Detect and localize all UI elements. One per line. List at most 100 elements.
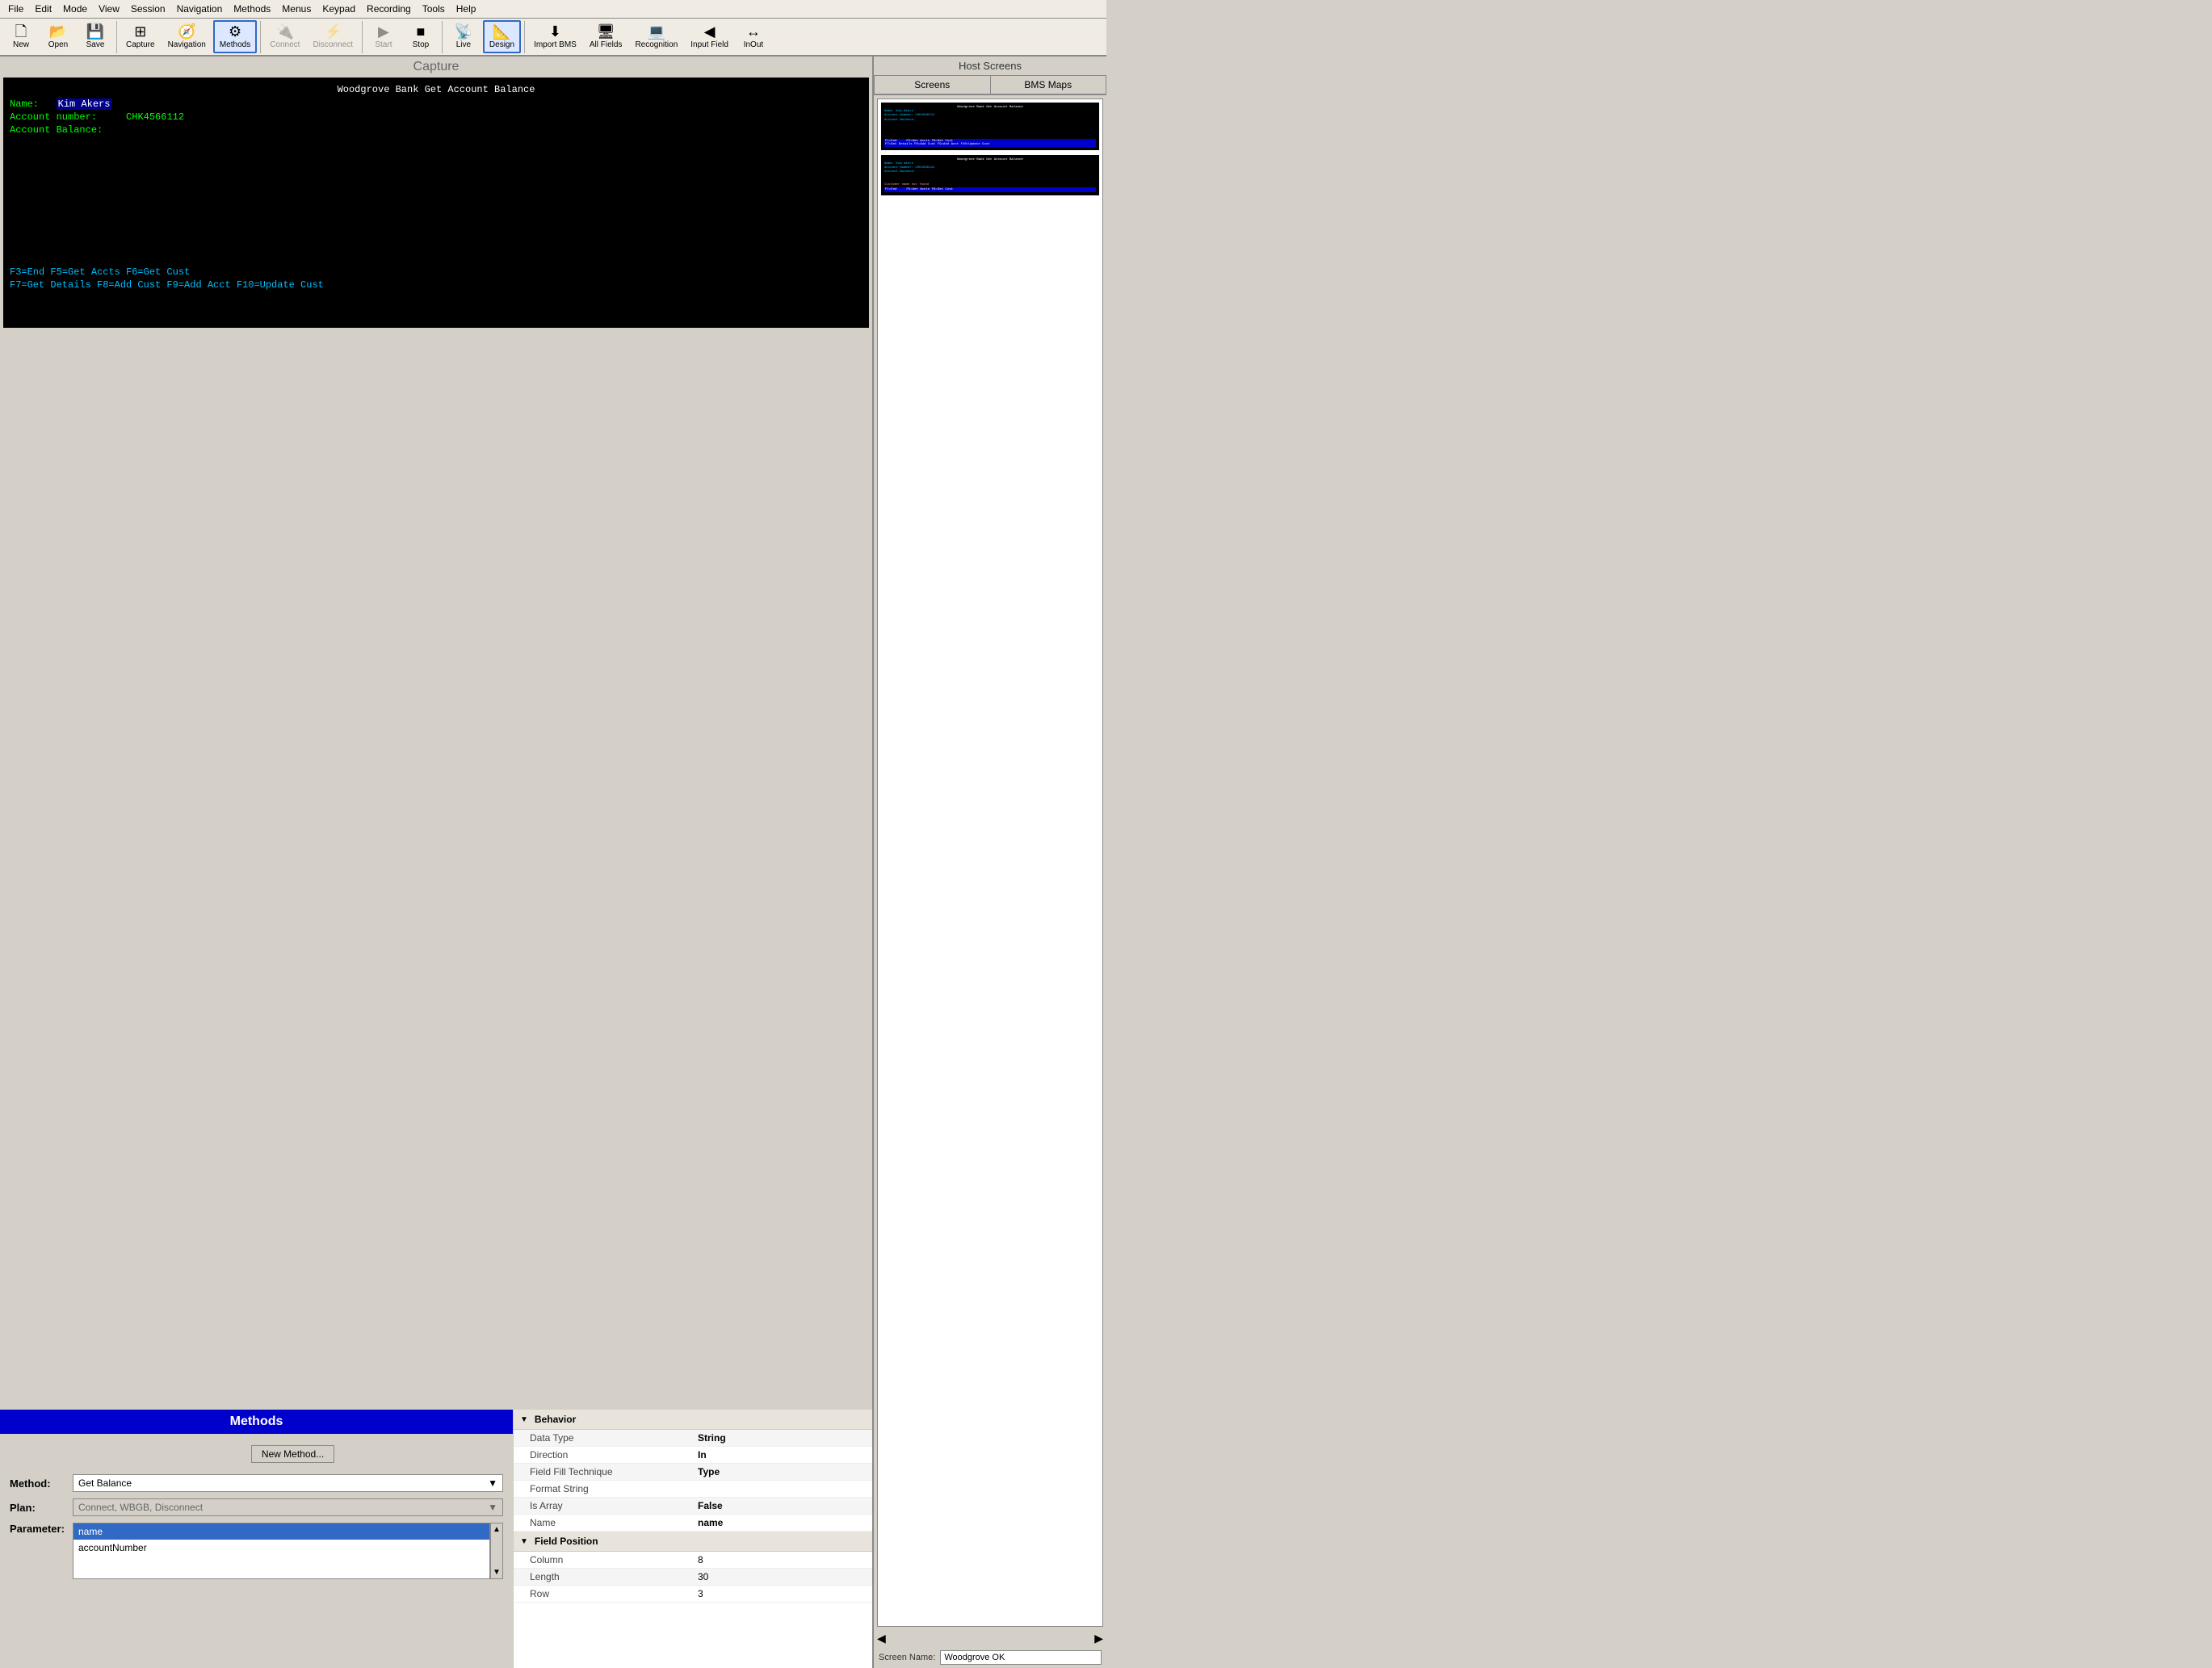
screen-thumbnail-2[interactable]: Woodgrove Bank Get Account Balance Name:… [881, 155, 1099, 195]
prop-row-value: 3 [698, 1588, 866, 1599]
prop-row-name: Row [530, 1588, 698, 1599]
capture-label: Capture [126, 40, 155, 49]
save-icon: 💾 [86, 24, 104, 39]
terminal-name-row: Name: Kim Akers [10, 98, 863, 110]
methods-button[interactable]: ⚙ Methods [213, 20, 257, 53]
capture-icon: ⊞ [134, 24, 146, 39]
navigation-button[interactable]: 🧭 Navigation [162, 21, 212, 52]
methods-panel: Methods New Method... Method: Get Balanc… [0, 1410, 513, 1668]
screens-tab[interactable]: Screens [874, 75, 990, 94]
menu-edit[interactable]: Edit [30, 2, 57, 16]
terminal-balance-row: Account Balance: [10, 124, 863, 136]
screen-name-row: Screen Name: [874, 1647, 1106, 1668]
stop-button[interactable]: ■ Stop [403, 21, 439, 52]
navigation-icon: 🧭 [178, 24, 195, 39]
connect-button[interactable]: 🔌 Connect [264, 21, 305, 52]
design-button[interactable]: 📐 Design [483, 20, 521, 53]
plan-dropdown[interactable]: Connect, WBGB, Disconnect ▼ [73, 1498, 503, 1516]
prop-is-array-value: False [698, 1500, 866, 1511]
plan-value: Connect, WBGB, Disconnect [78, 1502, 203, 1513]
input-field-icon: ◀ [704, 24, 716, 39]
menu-navigation[interactable]: Navigation [172, 2, 228, 16]
menu-file[interactable]: File [3, 2, 28, 16]
method-dropdown[interactable]: Get Balance ▼ [73, 1474, 503, 1492]
import-bms-icon: ⬇ [549, 24, 561, 39]
toolbar: 🗋 New 📂 Open 💾 Save ⊞ Capture 🧭 Navigati… [0, 19, 1106, 57]
thumb1-content: Woodgrove Bank Get Account Balance Name:… [884, 106, 1096, 139]
terminal-account-row: Account number: CHK4566112 [10, 111, 863, 123]
prop-direction-value: In [698, 1449, 866, 1461]
plan-row: Plan: Connect, WBGB, Disconnect ▼ [10, 1498, 503, 1516]
start-button[interactable]: ▶ Start [366, 21, 401, 52]
new-method-button[interactable]: New Method... [251, 1445, 334, 1463]
all-fields-button[interactable]: 🖥 All Fields [584, 21, 628, 52]
new-button[interactable]: 🗋 New [3, 21, 39, 52]
live-button[interactable]: 📡 Live [446, 21, 481, 52]
menu-session[interactable]: Session [126, 2, 170, 16]
prop-length-value: 30 [698, 1571, 866, 1582]
param-scroll-up-button[interactable]: ▲ [491, 1523, 502, 1536]
menu-keypad[interactable]: Keypad [317, 2, 360, 16]
thumb-scroll-right-icon[interactable]: ▶ [1094, 1632, 1103, 1645]
inout-button[interactable]: ↔ InOut [736, 21, 771, 52]
prop-data-type: Data Type String [514, 1430, 872, 1447]
import-bms-button[interactable]: ⬇ Import BMS [528, 21, 582, 52]
disconnect-button[interactable]: ⚡ Disconnect [307, 21, 358, 52]
screen-thumbnail-1[interactable]: Woodgrove Bank Get Account Balance Name:… [881, 103, 1099, 150]
main-area: Capture Woodgrove Bank Get Account Balan… [0, 57, 1106, 1668]
open-button[interactable]: 📂 Open [40, 21, 76, 52]
input-field-label: Input Field [690, 40, 728, 49]
input-field-button[interactable]: ◀ Input Field [685, 21, 734, 52]
menu-help[interactable]: Help [451, 2, 481, 16]
prop-is-array-name: Is Array [530, 1500, 698, 1511]
all-fields-label: All Fields [590, 40, 623, 49]
prop-row: Row 3 [514, 1586, 872, 1603]
method-value: Get Balance [78, 1477, 132, 1489]
open-label: Open [48, 40, 68, 49]
new-label: New [13, 40, 29, 49]
start-icon: ▶ [378, 24, 389, 39]
capture-section: Capture Woodgrove Bank Get Account Balan… [0, 57, 872, 1410]
method-row: Method: Get Balance ▼ [10, 1474, 503, 1492]
capture-button[interactable]: ⊞ Capture [120, 21, 161, 52]
menu-tools[interactable]: Tools [418, 2, 450, 16]
methods-icon: ⚙ [229, 24, 241, 39]
param-scroll-down-button[interactable]: ▼ [491, 1566, 502, 1578]
left-area: Capture Woodgrove Bank Get Account Balan… [0, 57, 872, 1668]
start-label: Start [375, 40, 392, 49]
bms-maps-tab[interactable]: BMS Maps [990, 75, 1107, 94]
method-label: Method: [10, 1477, 66, 1490]
behavior-label: Behavior [535, 1414, 576, 1425]
menu-methods[interactable]: Methods [229, 2, 275, 16]
terminal-keys-1: F3=End F5=Get Accts F6=Get Cust [10, 266, 863, 278]
prop-column-name: Column [530, 1554, 698, 1565]
screen-name-input[interactable] [940, 1650, 1102, 1665]
prop-format-string-name: Format String [530, 1483, 698, 1494]
menu-view[interactable]: View [94, 2, 124, 16]
host-screens-title: Host Screens [874, 57, 1106, 75]
parameter-row: Parameter: name accountNumber ▲ ▼ [10, 1523, 503, 1579]
behavior-section-header[interactable]: ▼ Behavior [514, 1410, 872, 1430]
param-item-name[interactable]: name [73, 1523, 489, 1540]
recognition-button[interactable]: 💻 Recognition [629, 21, 683, 52]
disconnect-icon: ⚡ [324, 24, 342, 39]
disconnect-label: Disconnect [313, 40, 352, 49]
connect-label: Connect [270, 40, 300, 49]
save-button[interactable]: 💾 Save [78, 21, 113, 52]
sep1 [116, 21, 117, 53]
live-icon: 📡 [455, 24, 472, 39]
name-value: Kim Akers [57, 98, 112, 110]
new-icon: 🗋 [15, 24, 27, 39]
field-position-section-header[interactable]: ▼ Field Position [514, 1532, 872, 1552]
screen-thumbnails: Woodgrove Bank Get Account Balance Name:… [877, 98, 1103, 1627]
screens-tabs: Screens BMS Maps [874, 75, 1106, 95]
thumb-scroll-left-icon[interactable]: ◀ [877, 1632, 886, 1645]
menu-menus[interactable]: Menus [277, 2, 316, 16]
thumb1-bar: F1=End F5=Get Accts F6=Get CustF7=Get De… [884, 139, 1096, 147]
menu-mode[interactable]: Mode [58, 2, 92, 16]
prop-direction: Direction In [514, 1447, 872, 1464]
param-item-account[interactable]: accountNumber [73, 1540, 489, 1556]
prop-column: Column 8 [514, 1552, 872, 1569]
prop-name: Name name [514, 1515, 872, 1532]
menu-recording[interactable]: Recording [362, 2, 416, 16]
